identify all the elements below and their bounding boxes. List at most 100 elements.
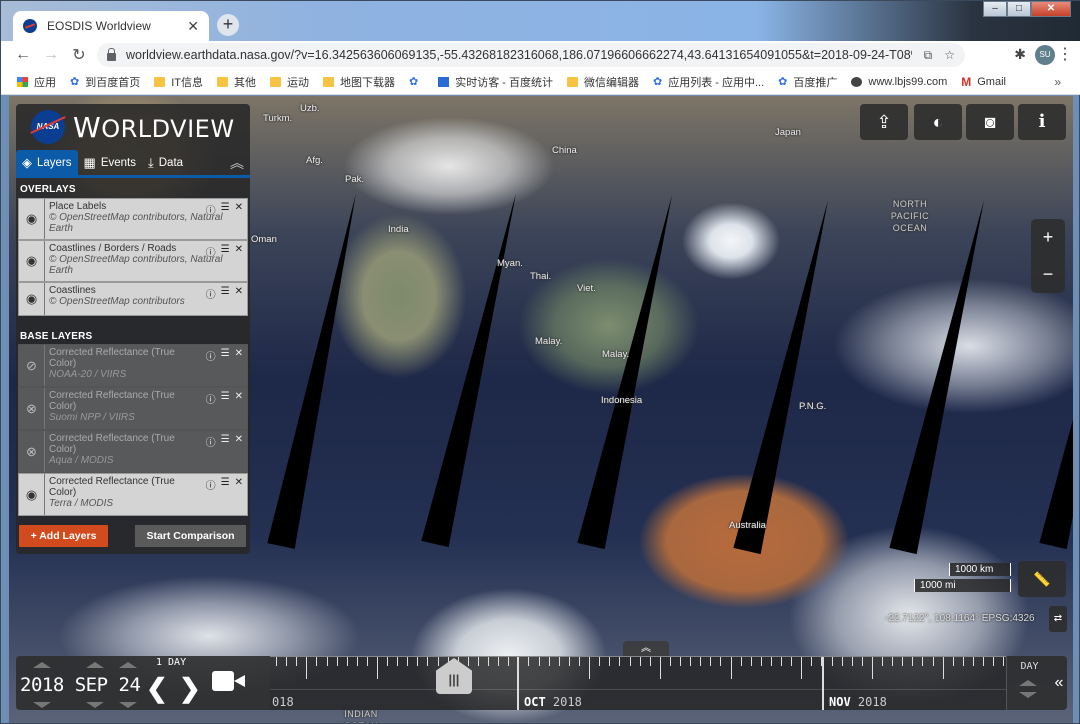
- info-button[interactable]: i: [1018, 104, 1066, 140]
- snapshot-button[interactable]: ◙: [966, 104, 1014, 140]
- bookmark-item[interactable]: 微信编辑器: [567, 74, 639, 90]
- bookmark-item[interactable]: ✿ 到百度首页: [70, 74, 140, 90]
- layer-info-icon[interactable]: ⓘ: [206, 244, 216, 259]
- layer-info-icon[interactable]: ⓘ: [206, 477, 216, 492]
- layer-options-icon[interactable]: ☰: [221, 348, 230, 363]
- layer-remove-icon[interactable]: ✕: [235, 202, 243, 217]
- layer-info-icon[interactable]: ⓘ: [206, 348, 216, 363]
- reload-button[interactable]: ↻: [65, 45, 93, 65]
- layer-row[interactable]: ⊗ Corrected Reflectance (True Color) Suomi…: [18, 387, 248, 430]
- tab-data[interactable]: ⤓ Data: [142, 150, 189, 175]
- eye-slash-icon[interactable]: ⊗: [19, 388, 45, 429]
- bookmark-item[interactable]: M Gmail: [961, 75, 1006, 89]
- browser-tab[interactable]: EOSDIS Worldview ✕: [13, 11, 209, 41]
- layer-row[interactable]: ⊗ Corrected Reflectance (True Color) Aqua …: [18, 430, 248, 473]
- back-button[interactable]: ←: [9, 46, 37, 64]
- layer-row[interactable]: ◉ Place Labels © OpenStreetMap contributor…: [18, 198, 248, 240]
- eye-icon[interactable]: ◉: [19, 199, 45, 239]
- animation-video-icon[interactable]: [212, 671, 245, 691]
- add-layers-button[interactable]: + Add Layers: [19, 525, 108, 547]
- bookmark-item[interactable]: ✿ 应用列表 - 应用中...: [653, 74, 764, 90]
- window-close-button[interactable]: ✕: [1031, 1, 1071, 17]
- previous-day-button[interactable]: ❮: [146, 673, 168, 704]
- layer-options-icon[interactable]: ☰: [221, 391, 230, 406]
- new-tab-button[interactable]: +: [217, 14, 239, 36]
- timeline-tick: [327, 657, 328, 666]
- layer-options-icon[interactable]: ☰: [221, 477, 230, 492]
- bookmark-item[interactable]: 运动: [270, 74, 309, 90]
- day-down-arrow[interactable]: [119, 702, 137, 708]
- layer-row[interactable]: ◉ Coastlines / Borders / Roads © OpenStree…: [18, 240, 248, 282]
- layer-remove-icon[interactable]: ✕: [235, 391, 243, 406]
- bookmark-item[interactable]: www.lbjs99.com: [851, 76, 947, 88]
- bookmark-item[interactable]: 地图下载器: [323, 74, 395, 90]
- share-button[interactable]: ⇪: [860, 104, 908, 140]
- address-bar[interactable]: worldview.earthdata.nasa.gov/?v=16.34256…: [97, 43, 965, 67]
- bookmark-item[interactable]: 其他: [217, 74, 256, 90]
- extensions-icon[interactable]: ✱: [1014, 46, 1026, 63]
- layer-options-icon[interactable]: ☰: [221, 286, 230, 301]
- tab-layers[interactable]: ◈ Layers: [16, 150, 78, 175]
- coordinate-format-button[interactable]: ⇄: [1049, 606, 1067, 632]
- layer-info-icon[interactable]: ⓘ: [206, 391, 216, 406]
- date-year[interactable]: 2018: [20, 674, 64, 696]
- layer-info-icon[interactable]: ⓘ: [206, 286, 216, 301]
- eye-slash-icon[interactable]: ⊗: [19, 431, 45, 472]
- collapse-sidebar-icon[interactable]: ︽: [230, 153, 244, 173]
- bookmark-item[interactable]: 实时访客 - 百度统计: [438, 74, 553, 90]
- browser-menu-icon[interactable]: ⋮: [1057, 44, 1073, 64]
- zoom-in-button[interactable]: +: [1031, 219, 1065, 256]
- month-up-arrow[interactable]: [86, 662, 104, 668]
- layer-remove-icon[interactable]: ✕: [235, 286, 243, 301]
- year-down-arrow[interactable]: [33, 702, 51, 708]
- projection-button[interactable]: ◐: [914, 104, 962, 140]
- zoom-level-up-arrow[interactable]: [1019, 680, 1037, 686]
- eye-icon[interactable]: ◉: [19, 241, 45, 281]
- day-up-arrow[interactable]: [119, 662, 137, 668]
- layer-info-icon[interactable]: ⓘ: [206, 202, 216, 217]
- layer-remove-icon[interactable]: ✕: [235, 348, 243, 363]
- forward-button[interactable]: →: [37, 46, 65, 64]
- hide-timeline-button[interactable]: «: [1051, 656, 1067, 710]
- interval-selector[interactable]: 1 DAY: [156, 657, 186, 668]
- next-day-button[interactable]: ❯: [179, 673, 201, 704]
- month-down-arrow[interactable]: [86, 702, 104, 708]
- url-text[interactable]: worldview.earthdata.nasa.gov/?v=16.34256…: [126, 48, 912, 62]
- unavailable-icon[interactable]: ⊘: [19, 345, 45, 386]
- eye-icon[interactable]: ◉: [19, 474, 45, 515]
- bookmark-star-icon[interactable]: ☆: [944, 48, 955, 62]
- year-up-arrow[interactable]: [33, 662, 51, 668]
- bookmark-item[interactable]: ✿: [409, 75, 424, 88]
- layer-info-icon[interactable]: ⓘ: [206, 434, 216, 449]
- maximize-button[interactable]: □: [1007, 1, 1031, 17]
- zoom-level-down-arrow[interactable]: [1019, 692, 1037, 698]
- layer-options-icon[interactable]: ☰: [221, 202, 230, 217]
- profile-avatar[interactable]: SU: [1035, 45, 1055, 65]
- layer-row[interactable]: ⊘ Corrected Reflectance (True Color) NOAA-…: [18, 344, 248, 387]
- bookmark-item[interactable]: ✿ 百度推广: [778, 74, 837, 90]
- minimize-button[interactable]: –: [983, 1, 1007, 17]
- layer-row[interactable]: ◉ Coastlines © OpenStreetMap contributors ⓘ…: [18, 282, 248, 316]
- translate-icon[interactable]: ⧉: [924, 48, 933, 63]
- layer-row[interactable]: ◉ Corrected Reflectance (True Color) Terra…: [18, 473, 248, 516]
- timeline-zoom-level[interactable]: DAY: [1007, 661, 1052, 672]
- tab-events[interactable]: ▦ Events: [78, 150, 142, 175]
- bookmark-item[interactable]: 应用: [17, 74, 56, 90]
- current-date[interactable]: 2018 SEP 24: [20, 674, 141, 696]
- timeline-track[interactable]: 018 OCT 2018 NOV 2018: [270, 656, 1006, 710]
- layer-options-icon[interactable]: ☰: [221, 434, 230, 449]
- layer-remove-icon[interactable]: ✕: [235, 477, 243, 492]
- tab-close-icon[interactable]: ✕: [187, 18, 199, 35]
- layer-options-icon[interactable]: ☰: [221, 244, 230, 259]
- measure-button[interactable]: 📏: [1018, 561, 1066, 597]
- start-comparison-button[interactable]: Start Comparison: [135, 525, 246, 547]
- date-day[interactable]: 24: [119, 674, 141, 696]
- layer-remove-icon[interactable]: ✕: [235, 434, 243, 449]
- timeline-toggle-button[interactable]: ︽: [623, 641, 669, 656]
- date-month[interactable]: SEP: [75, 674, 108, 696]
- bookmark-item[interactable]: IT信息: [154, 74, 203, 90]
- bookmarks-overflow-button[interactable]: »: [1054, 75, 1061, 89]
- eye-icon[interactable]: ◉: [19, 283, 45, 315]
- layer-remove-icon[interactable]: ✕: [235, 244, 243, 259]
- zoom-out-button[interactable]: −: [1031, 256, 1065, 293]
